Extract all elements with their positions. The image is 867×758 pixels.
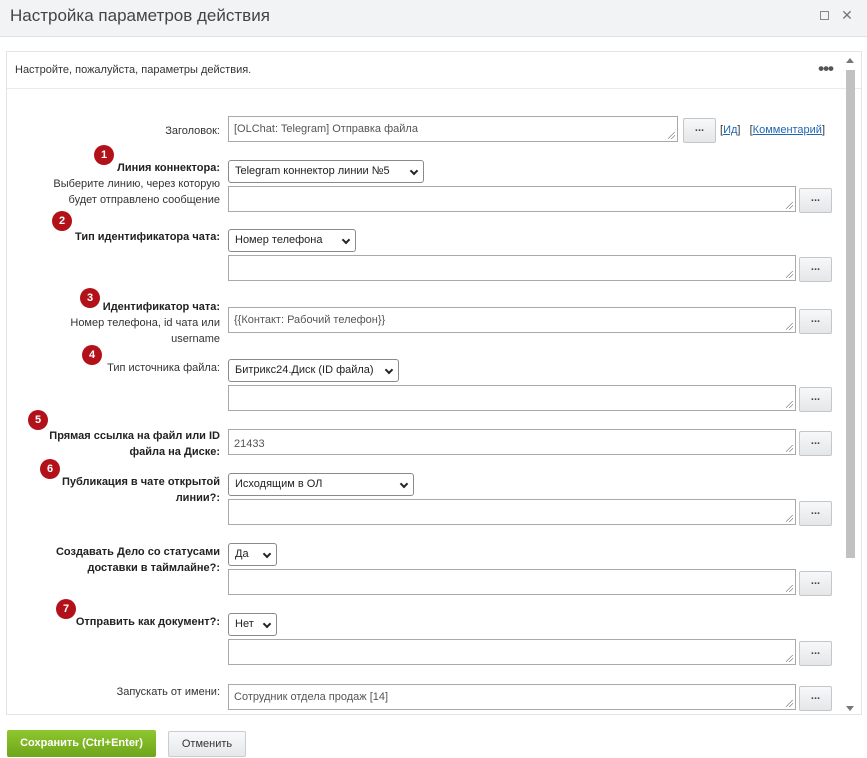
chat-id-input[interactable]: {{Контакт: Рабочий телефон}} [228,307,796,333]
id-link[interactable]: Ид [723,124,737,136]
chat-id-type-label: Тип идентификатора чата: [0,229,220,245]
publish-title-1: Публикация в чате открытой [62,476,220,488]
file-source-type-input[interactable] [228,385,796,411]
window-title: Настройка параметров действия [10,6,270,25]
resize-grip-icon[interactable] [786,323,793,330]
create-task-select-value: Да [235,548,249,560]
chat-id-type-select[interactable]: Номер телефона [228,229,356,252]
chevron-down-icon [262,549,272,559]
connector-line-dots-button[interactable]: ... [799,188,832,213]
run-as-input[interactable]: Сотрудник отдела продаж [14] [228,684,796,710]
connector-line-input[interactable] [228,186,796,212]
resize-grip-icon[interactable] [786,655,793,662]
title-dots-button[interactable]: ... [683,118,716,143]
badge-5: 5 [28,410,48,430]
chat-id-label: Идентификатор чата: Номер телефона, id ч… [0,299,220,347]
resize-grip-icon[interactable] [786,202,793,209]
badge-2: 2 [52,211,72,231]
send-as-document-label: Отправить как документ?: [0,614,220,630]
maximize-icon[interactable] [817,8,831,22]
resize-grip-icon[interactable] [786,401,793,408]
comment-link[interactable]: Комментарий [753,124,822,136]
scrollbar-thumb[interactable] [846,70,855,558]
send-as-document-select-value: Нет [235,618,254,630]
connector-line-select[interactable]: Telegram коннектор линии №5 [228,160,424,183]
file-source-type-select-value: Битрикс24.Диск (ID файла) [235,364,374,376]
chat-id-hint-2: username [171,333,220,345]
chat-id-title: Идентификатор чата: [102,301,220,313]
run-as-title: Запускать от имени: [116,686,220,698]
publish-dots-button[interactable]: ... [799,501,832,526]
file-link-input-value: 21433 [234,438,265,450]
run-as-dots-button[interactable]: ... [799,686,832,711]
chat-id-hint-1: Номер телефона, id чата или [70,317,220,329]
chevron-down-icon [262,619,272,629]
chat-id-type-input[interactable] [228,255,796,281]
chevron-down-icon [384,365,394,375]
connector-line-hint-2: будет отправлено сообщение [68,194,220,206]
create-task-input[interactable] [228,569,796,595]
connector-line-title: Линия коннектора: [117,162,220,174]
file-link-title-1: Прямая ссылка на файл или ID [49,430,220,442]
publish-select-value: Исходящим в ОЛ [235,478,323,490]
file-link-input[interactable]: 21433 [228,429,796,455]
file-source-type-select[interactable]: Битрикс24.Диск (ID файла) [228,359,399,382]
file-link-dots-button[interactable]: ... [799,431,832,456]
run-as-label: Запускать от имени: [0,684,220,700]
chat-id-input-value: {{Контакт: Рабочий телефон}} [234,314,386,326]
send-as-document-dots-button[interactable]: ... [799,641,832,666]
chat-id-type-title: Тип идентификатора чата: [75,231,220,243]
publish-input[interactable] [228,499,796,525]
cancel-button[interactable]: Отменить [168,731,246,757]
title-links: [Ид] [Комментарий] [720,124,826,136]
chevron-down-icon [399,479,409,489]
connector-line-hint-1: Выберите линию, через которую [53,178,220,190]
send-as-document-select[interactable]: Нет [228,613,277,636]
more-dots-icon[interactable]: ••• [818,59,834,79]
dialog-header: Настройте, пожалуйста, параметры действи… [7,52,861,89]
scroll-down-icon[interactable] [846,706,854,711]
send-as-document-input[interactable] [228,639,796,665]
title-input-value: [OLChat: Telegram] Отправка файла [234,123,418,135]
title-input[interactable]: [OLChat: Telegram] Отправка файла [228,116,678,142]
create-task-label: Создавать Дело со статусами доставки в т… [0,544,220,576]
publish-select[interactable]: Исходящим в ОЛ [228,473,414,496]
dialog-caption: Настройте, пожалуйста, параметры действи… [15,64,252,76]
file-source-type-dots-button[interactable]: ... [799,387,832,412]
create-task-dots-button[interactable]: ... [799,571,832,596]
resize-grip-icon[interactable] [786,271,793,278]
chevron-down-icon [409,166,419,176]
resize-grip-icon[interactable] [668,132,675,139]
window-titlebar: Настройка параметров действия ✕ [0,0,867,37]
scroll-up-icon[interactable] [846,58,854,63]
resize-grip-icon[interactable] [786,700,793,707]
resize-grip-icon[interactable] [786,515,793,522]
chat-id-type-dots-button[interactable]: ... [799,257,832,282]
close-icon[interactable]: ✕ [840,8,854,22]
save-button[interactable]: Сохранить (Ctrl+Enter) [7,730,156,757]
chat-id-type-select-value: Номер телефона [235,234,323,246]
file-link-title-2: файла на Диске: [129,446,221,458]
create-task-select[interactable]: Да [228,543,277,566]
publish-label: Публикация в чате открытой линии?: [0,474,220,506]
resize-grip-icon[interactable] [786,445,793,452]
send-as-document-title: Отправить как документ?: [75,616,220,628]
scrollbar[interactable] [842,53,856,715]
create-task-title-2: доставки в таймлайне?: [87,562,221,574]
chat-id-dots-button[interactable]: ... [799,309,832,334]
resize-grip-icon[interactable] [786,585,793,592]
connector-line-select-value: Telegram коннектор линии №5 [235,165,390,177]
title-label: Заголовок: [165,125,220,137]
file-source-type-title: Тип источника файла: [107,362,220,374]
chevron-down-icon [341,235,351,245]
run-as-input-value: Сотрудник отдела продаж [14] [234,691,389,703]
file-source-type-label: Тип источника файла: [0,360,220,376]
create-task-title-1: Создавать Дело со статусами [55,546,220,558]
file-link-label: Прямая ссылка на файл или ID файла на Ди… [0,428,220,460]
connector-line-label: Линия коннектора: Выберите линию, через … [0,160,220,208]
publish-title-2: линии?: [175,492,220,504]
